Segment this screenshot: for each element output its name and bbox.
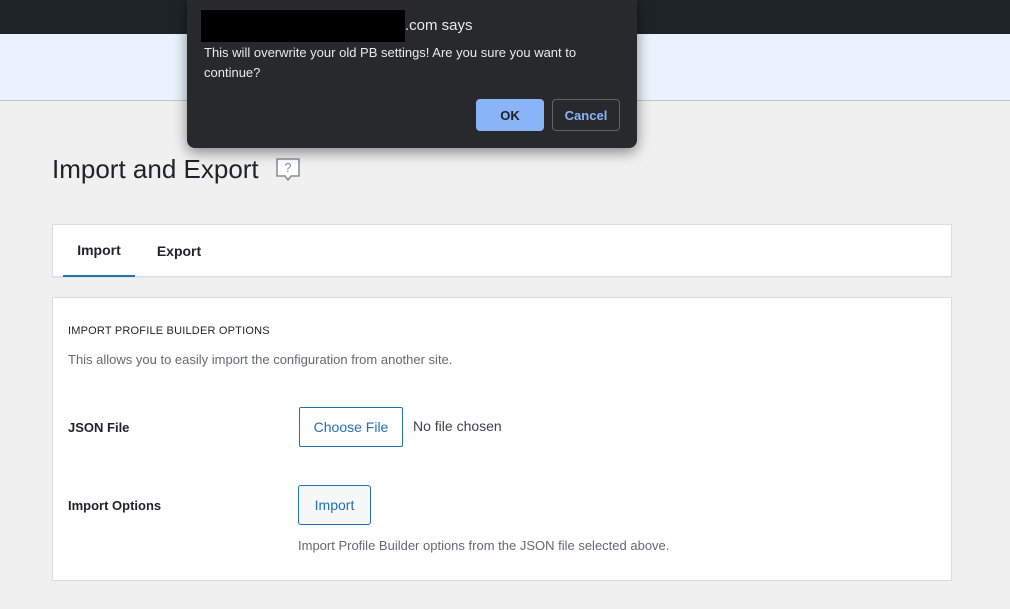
- svg-text:?: ?: [284, 160, 291, 175]
- redacted-origin: [201, 10, 405, 42]
- ok-button[interactable]: OK: [476, 99, 544, 131]
- section-description: This allows you to easily import the con…: [68, 352, 453, 367]
- confirm-dialog: .com says This will overwrite your old P…: [187, 0, 637, 148]
- import-options-label: Import Options: [68, 498, 162, 513]
- cancel-button[interactable]: Cancel: [552, 99, 620, 131]
- section-title: IMPORT PROFILE BUILDER OPTIONS: [68, 325, 270, 337]
- tab-export[interactable]: Export: [147, 225, 211, 277]
- help-icon[interactable]: ?: [274, 156, 302, 184]
- import-panel: IMPORT PROFILE BUILDER OPTIONS This allo…: [52, 297, 952, 581]
- dialog-message: This will overwrite your old PB settings…: [204, 45, 577, 80]
- tab-import[interactable]: Import: [63, 225, 135, 277]
- import-help-text: Import Profile Builder options from the …: [298, 538, 670, 553]
- import-button[interactable]: Import: [298, 485, 371, 525]
- file-status: No file chosen: [413, 418, 502, 434]
- tabs-bar: Import Export: [52, 224, 952, 277]
- json-file-label: JSON File: [68, 420, 130, 435]
- choose-file-button[interactable]: Choose File: [299, 407, 403, 447]
- page-title: Import and Export: [52, 154, 259, 184]
- dialog-origin: .com says: [405, 17, 473, 34]
